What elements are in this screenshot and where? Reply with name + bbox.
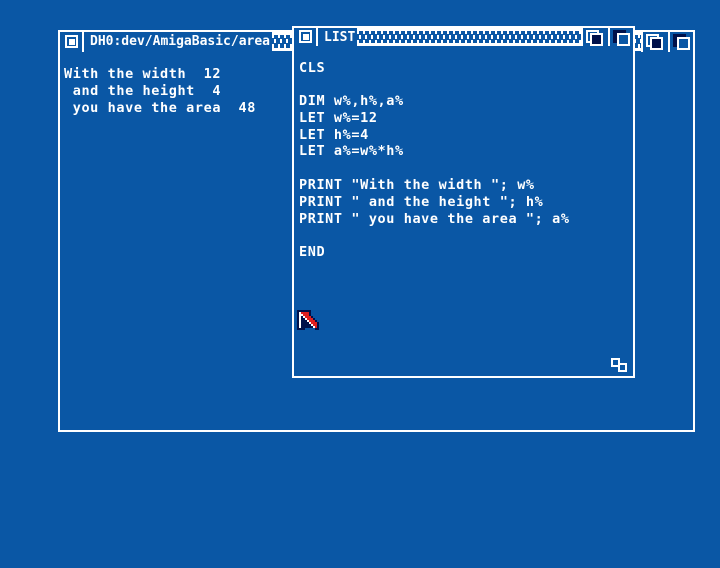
workbench-screen: DH0:dev/AmigaBasic/area With the width 1… xyxy=(0,0,720,568)
close-icon-dot xyxy=(69,39,75,45)
resize-icon-inner xyxy=(618,363,627,372)
front-gadget-icon xyxy=(677,37,690,50)
titlebar-pattern xyxy=(357,28,581,46)
close-gadget[interactable] xyxy=(294,28,318,46)
back-gadget-icon-fill xyxy=(650,37,663,50)
close-icon-dot xyxy=(303,34,309,40)
list-window[interactable]: LIST CLS DIM w%,h%,a% LET w%=12 LET h%=4… xyxy=(292,26,635,378)
close-gadget[interactable] xyxy=(60,32,84,52)
resize-gadget[interactable] xyxy=(607,354,633,376)
list-code-area[interactable]: CLS DIM w%,h%,a% LET w%=12 LET h%=4 LET … xyxy=(292,46,635,378)
back-gadget[interactable] xyxy=(643,32,668,52)
front-gadget[interactable] xyxy=(608,28,633,46)
back-gadget-icon-fill xyxy=(590,33,603,46)
basic-window-title: DH0:dev/AmigaBasic/area xyxy=(90,34,271,49)
arrow-pointer-icon xyxy=(297,310,319,336)
basic-output-text: With the width 12 and the height 4 you h… xyxy=(64,65,257,116)
front-gadget[interactable] xyxy=(668,32,693,52)
back-gadget[interactable] xyxy=(583,28,608,46)
front-gadget-icon xyxy=(617,33,630,46)
list-window-gadgets[interactable] xyxy=(581,28,633,46)
list-code-text: CLS DIM w%,h%,a% LET w%=12 LET h%=4 LET … xyxy=(299,59,570,261)
list-window-titlebar[interactable]: LIST xyxy=(292,26,635,46)
basic-window-gadgets[interactable] xyxy=(641,32,693,52)
list-window-title: LIST xyxy=(324,30,356,45)
